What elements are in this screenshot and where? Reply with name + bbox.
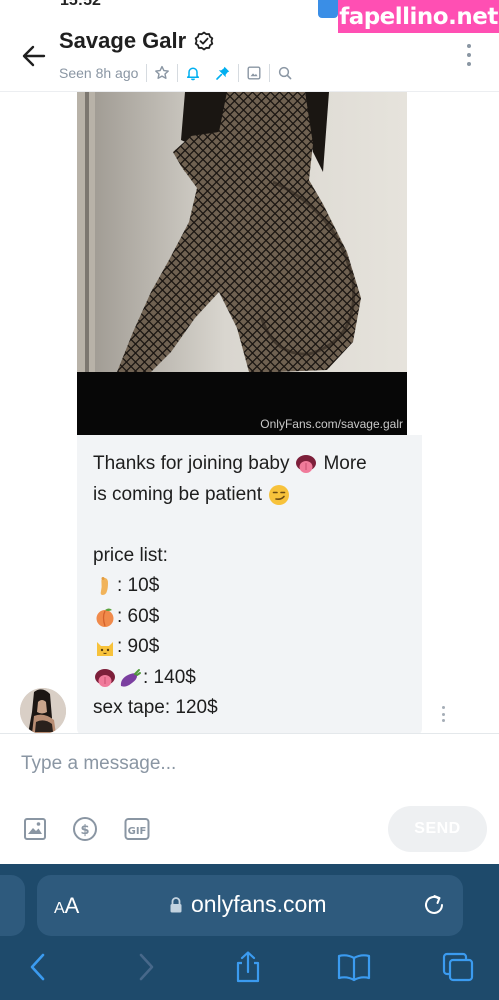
- gif-icon[interactable]: GIF: [124, 816, 150, 842]
- foot-emoji-icon: [100, 577, 108, 596]
- tabs-icon[interactable]: [440, 950, 476, 984]
- url-text: onlyfans.com: [191, 891, 327, 917]
- price-item: : 10$: [93, 571, 406, 602]
- svg-text:$: $: [80, 823, 89, 838]
- price-item: : 90$: [93, 632, 406, 663]
- bookmarks-icon[interactable]: [336, 950, 372, 984]
- browser-toolbar: AA onlyfans.com: [0, 864, 499, 1000]
- send-button[interactable]: SEND: [388, 806, 487, 852]
- message-text: is coming be patient: [93, 483, 262, 505]
- status-time: 15:52: [60, 0, 101, 9]
- message-text: : 90$: [117, 636, 160, 657]
- message-media[interactable]: OnlyFans.com/savage.galr: [77, 92, 407, 435]
- message-composer: $ GIF SEND: [0, 733, 499, 864]
- share-icon[interactable]: [230, 950, 266, 984]
- price-item: : 140$: [93, 663, 406, 694]
- price-item: : 60$: [93, 602, 406, 633]
- browser-back-icon[interactable]: [20, 950, 56, 984]
- message-text: price list:: [93, 544, 168, 566]
- message-input[interactable]: [8, 746, 488, 782]
- message-line: is coming be patient: [93, 480, 406, 511]
- watermark-logo: fapellino.net: [338, 0, 499, 33]
- cat-emoji-icon: [97, 642, 113, 657]
- tongue-emoji-icon: [95, 668, 115, 687]
- pin-icon[interactable]: [208, 63, 238, 83]
- title-row: Savage Galr: [59, 28, 214, 54]
- bell-icon[interactable]: [178, 63, 208, 83]
- previous-tab[interactable]: [0, 875, 25, 936]
- attach-image-icon[interactable]: [22, 816, 48, 842]
- smirk-emoji-icon: [269, 484, 289, 505]
- chat-title[interactable]: Savage Galr: [59, 28, 186, 54]
- verified-icon: [194, 31, 214, 51]
- svg-text:GIF: GIF: [128, 826, 147, 837]
- message-bubble: Thanks for joining baby More is coming b…: [77, 435, 422, 733]
- search-icon[interactable]: [270, 63, 300, 83]
- reader-settings-button[interactable]: AA: [54, 893, 79, 919]
- last-seen-text: Seen 8h ago: [59, 65, 139, 81]
- sender-avatar[interactable]: [20, 688, 66, 733]
- browser-forward-icon[interactable]: [128, 950, 164, 984]
- address-bar[interactable]: AA onlyfans.com: [37, 875, 463, 936]
- message-text: More: [323, 453, 367, 474]
- tip-dollar-icon[interactable]: $: [72, 816, 98, 842]
- peach-emoji-icon: [96, 608, 114, 627]
- tongue-emoji-icon: [296, 455, 317, 474]
- media-watermark: OnlyFans.com/savage.galr: [260, 417, 403, 431]
- more-options-icon[interactable]: [460, 42, 478, 68]
- message-text: : 60$: [117, 605, 160, 627]
- media-photo: [77, 92, 407, 372]
- message-options-icon[interactable]: [439, 706, 447, 722]
- media-footer: OnlyFans.com/savage.galr: [77, 372, 407, 435]
- chat-thread: OnlyFans.com/savage.galr Thanks for join…: [0, 92, 499, 733]
- message-line-blank: [93, 510, 406, 541]
- lock-icon: [170, 896, 182, 912]
- url-display: onlyfans.com: [169, 891, 327, 918]
- status-indicator: [318, 0, 338, 18]
- message-text: : 140$: [143, 666, 196, 688]
- reload-icon[interactable]: [421, 892, 447, 918]
- image-icon[interactable]: [239, 63, 269, 83]
- message-line: Thanks for joining baby More: [93, 449, 406, 480]
- back-arrow-icon[interactable]: [20, 42, 48, 70]
- meta-row: Seen 8h ago: [59, 63, 300, 83]
- message-line: price list:: [93, 541, 406, 572]
- star-icon[interactable]: [147, 63, 177, 83]
- message-text: Thanks for joining baby: [93, 453, 290, 474]
- eggplant-emoji-icon: [120, 668, 141, 687]
- message-text: sex tape: 120$: [93, 697, 218, 718]
- message-text: : 10$: [117, 575, 160, 596]
- price-item: sex tape: 120$: [93, 693, 406, 724]
